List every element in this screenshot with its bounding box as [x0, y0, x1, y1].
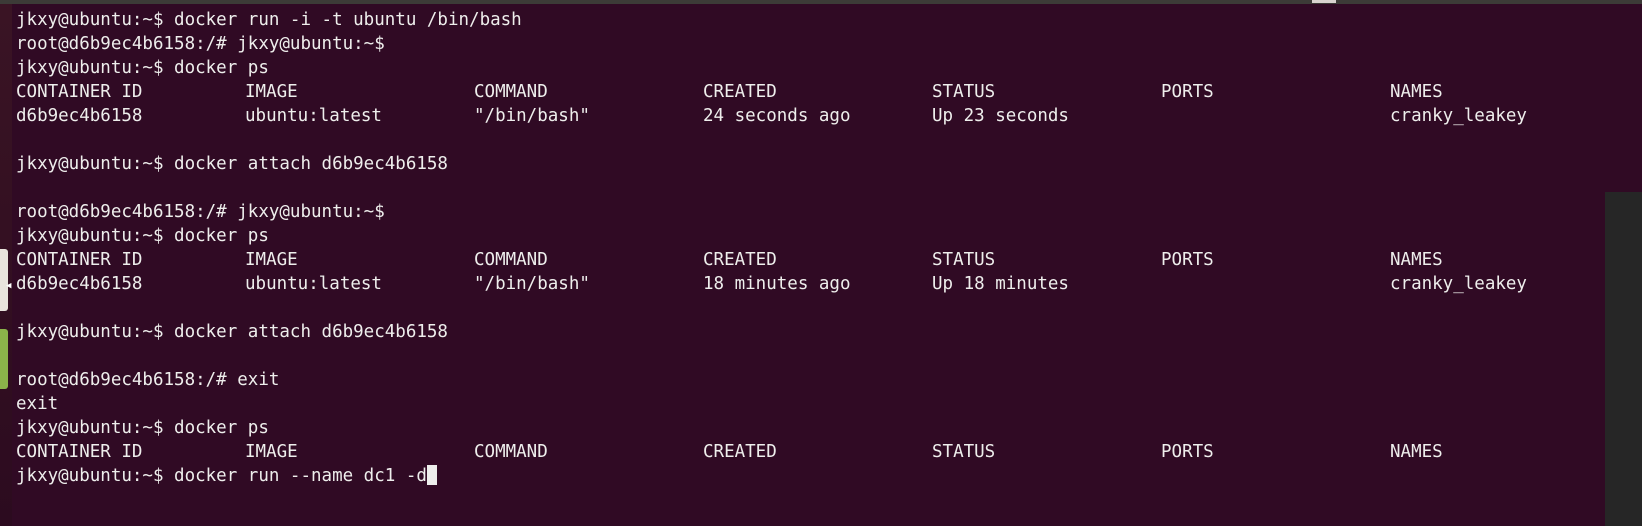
header-image: IMAGE — [245, 250, 298, 270]
cell-created: 24 seconds ago — [703, 106, 851, 126]
header-image: IMAGE — [245, 442, 298, 462]
terminal-line: jkxy@ubuntu:~$ docker ps — [16, 418, 269, 438]
top-menu-bar — [0, 0, 1642, 4]
indicator-icon — [1312, 0, 1336, 3]
header-ports: PORTS — [1161, 250, 1214, 270]
current-prompt-line[interactable]: jkxy@ubuntu:~$ docker run --name dc1 -d — [16, 464, 1601, 488]
ps-header-row: CONTAINER ID IMAGE COMMAND CREATED STATU… — [16, 248, 1601, 272]
header-status: STATUS — [932, 442, 996, 462]
terminal-line: jkxy@ubuntu:~$ docker run -i -t ubuntu /… — [16, 10, 522, 30]
terminal-line: jkxy@ubuntu:~$ docker attach d6b9ec4b615… — [16, 322, 448, 342]
terminal-line: root@d6b9ec4b6158:/# exit — [16, 370, 280, 390]
cell-status: Up 18 minutes — [932, 274, 1069, 294]
launcher-edge: ◀ — [0, 4, 12, 526]
header-container-id: CONTAINER ID — [16, 442, 143, 462]
header-status: STATUS — [932, 82, 996, 102]
cell-names: cranky_leakey — [1390, 274, 1527, 294]
text-cursor — [426, 465, 437, 485]
terminal-line: root@d6b9ec4b6158:/# jkxy@ubuntu:~$ — [16, 202, 385, 222]
cell-command: "/bin/bash" — [474, 106, 590, 126]
background-window-edge — [1605, 192, 1642, 526]
terminal-line: jkxy@ubuntu:~$ docker attach d6b9ec4b615… — [16, 154, 448, 174]
header-image: IMAGE — [245, 82, 298, 102]
header-created: CREATED — [703, 442, 777, 462]
header-created: CREATED — [703, 250, 777, 270]
cell-container-id: d6b9ec4b6158 — [16, 106, 143, 126]
terminal-line: jkxy@ubuntu:~$ docker ps — [16, 226, 269, 246]
ps-header-row: CONTAINER ID IMAGE COMMAND CREATED STATU… — [16, 440, 1601, 464]
header-ports: PORTS — [1161, 82, 1214, 102]
cell-command: "/bin/bash" — [474, 274, 590, 294]
header-names: NAMES — [1390, 82, 1443, 102]
terminal-output[interactable]: jkxy@ubuntu:~$ docker run -i -t ubuntu /… — [16, 8, 1601, 518]
header-names: NAMES — [1390, 442, 1443, 462]
terminal-launcher-icon[interactable] — [0, 249, 8, 311]
header-command: COMMAND — [474, 250, 548, 270]
terminal-line: root@d6b9ec4b6158:/# jkxy@ubuntu:~$ — [16, 34, 385, 54]
app-launcher-icon[interactable] — [0, 329, 8, 389]
header-command: COMMAND — [474, 442, 548, 462]
header-container-id: CONTAINER ID — [16, 250, 143, 270]
cell-container-id: d6b9ec4b6158 — [16, 274, 143, 294]
header-created: CREATED — [703, 82, 777, 102]
header-names: NAMES — [1390, 250, 1443, 270]
header-container-id: CONTAINER ID — [16, 82, 143, 102]
ps-header-row: CONTAINER ID IMAGE COMMAND CREATED STATU… — [16, 80, 1601, 104]
prompt-input[interactable]: jkxy@ubuntu:~$ docker run --name dc1 -d — [16, 466, 427, 486]
header-command: COMMAND — [474, 82, 548, 102]
header-status: STATUS — [932, 250, 996, 270]
cell-status: Up 23 seconds — [932, 106, 1069, 126]
ps-row: d6b9ec4b6158 ubuntu:latest "/bin/bash" 1… — [16, 272, 1601, 296]
ps-row: d6b9ec4b6158 ubuntu:latest "/bin/bash" 2… — [16, 104, 1601, 128]
cell-image: ubuntu:latest — [245, 274, 382, 294]
terminal-line: exit — [16, 394, 59, 414]
cell-created: 18 minutes ago — [703, 274, 851, 294]
terminal-line: jkxy@ubuntu:~$ docker ps — [16, 58, 269, 78]
cell-names: cranky_leakey — [1390, 106, 1527, 126]
active-indicator-icon: ◀ — [6, 281, 12, 291]
header-ports: PORTS — [1161, 442, 1214, 462]
cell-image: ubuntu:latest — [245, 106, 382, 126]
